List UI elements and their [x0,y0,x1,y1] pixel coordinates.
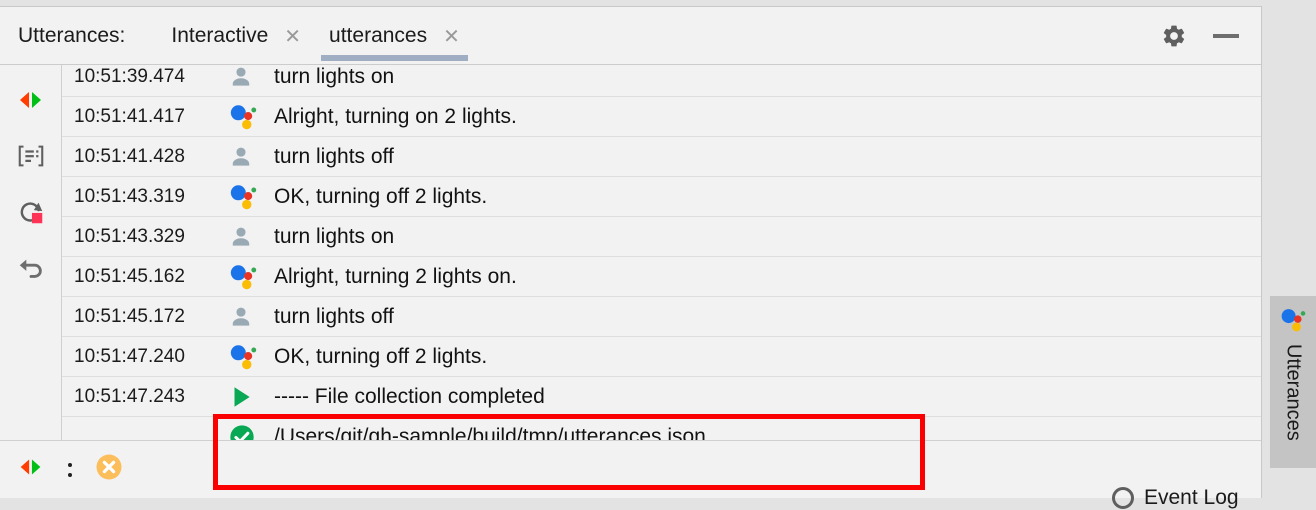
row-timestamp: 10:51:45.162 [74,265,185,287]
row-message: OK, turning off 2 lights. [274,184,488,208]
table-row[interactable]: 10:51:45.172 turn lights off [62,297,1261,337]
user-avatar-icon [224,304,274,330]
gear-icon[interactable] [1161,23,1187,49]
table-row[interactable]: 10:51:45.162 Alright, turning 2 lights o… [62,257,1261,297]
row-timestamp: 10:51:47.243 [74,385,185,407]
table-row[interactable]: /Users/git/gh-sample/build/tmp/utterance… [62,417,1261,440]
google-assistant-icon [1279,306,1307,334]
tab-interactive-label: Interactive [171,23,269,47]
log-row-list: 10:51:39.474 turn lights on 10:51:41.417 [62,65,1261,440]
green-play-icon [224,384,274,410]
row-timestamp: 10:51:41.428 [74,145,185,167]
undo-arrow-icon[interactable] [14,251,48,285]
row-message: turn lights on [274,65,395,88]
compare-arrows-icon[interactable] [14,83,48,117]
green-check-icon [224,423,274,440]
row-timestamp: 10:51:39.474 [74,65,185,87]
sidebar-item-label: Utterances [1282,344,1305,441]
tab-utterances-label: utterances [329,23,428,47]
table-row[interactable]: 10:51:43.329 turn lights on [62,217,1261,257]
tab-interactive[interactable]: Interactive ✕ [157,7,315,64]
utterances-tool-window: Utterances: Interactive ✕ utterances ✕ 1… [0,6,1262,498]
google-assistant-icon [224,182,274,212]
user-avatar-icon [224,224,274,250]
row-message: OK, turning off 2 lights. [274,344,488,368]
table-row[interactable]: 10:51:47.240 OK, turning off 2 lights. [62,337,1261,377]
console-side-toolbar [0,65,62,498]
tool-window-title: Utterances: [18,23,126,47]
print-list-icon[interactable] [14,139,48,173]
row-file-path[interactable]: /Users/git/gh-sample/build/tmp/utterance… [274,425,706,441]
close-icon[interactable]: ✕ [443,26,460,46]
google-assistant-icon [224,342,274,372]
event-log-label: Event Log [1144,486,1239,509]
row-timestamp: 10:51:47.240 [74,345,185,367]
right-tool-stripe: Utterances [1262,0,1316,504]
vertical-dots-icon [68,462,72,477]
compare-arrows-icon[interactable] [16,452,46,487]
row-message: Alright, turning on 2 lights. [274,104,517,128]
google-assistant-icon [224,102,274,132]
table-row[interactable]: 10:51:41.428 turn lights off [62,137,1261,177]
console-status-bar [0,440,1261,498]
tab-bar: Utterances: Interactive ✕ utterances ✕ [0,7,1261,65]
tab-utterances[interactable]: utterances ✕ [315,7,474,64]
row-message: turn lights on [274,224,395,248]
close-icon[interactable]: ✕ [284,26,301,46]
table-row[interactable]: 10:51:41.417 Alright, turning on 2 light… [62,97,1261,137]
minimize-icon[interactable] [1213,33,1239,38]
tool-window-body: 10:51:39.474 turn lights on 10:51:41.417 [0,65,1261,498]
google-assistant-icon [224,262,274,292]
row-message: turn lights off [274,304,394,328]
console-log[interactable]: 10:51:39.474 turn lights on 10:51:41.417 [62,65,1261,440]
sidebar-item-utterances[interactable]: Utterances [1270,296,1316,468]
row-timestamp: 10:51:41.417 [74,105,185,127]
circle-icon [1112,487,1134,509]
event-log-button[interactable]: Event Log [1112,486,1239,510]
row-message: Alright, turning 2 lights on. [274,264,517,288]
user-avatar-icon [224,65,274,90]
row-timestamp: 10:51:43.319 [74,185,185,207]
rerun-stop-icon[interactable] [14,195,48,229]
application-root: Utterances: Interactive ✕ utterances ✕ 1… [0,0,1316,509]
row-message: turn lights off [274,144,394,168]
table-row[interactable]: 10:51:39.474 turn lights on [62,65,1261,97]
table-row[interactable]: 10:51:47.243 ----- File collection compl… [62,377,1261,417]
table-row[interactable]: 10:51:43.319 OK, turning off 2 lights. [62,177,1261,217]
row-message: ----- File collection completed [274,384,545,408]
user-avatar-icon [224,144,274,170]
row-timestamp: 10:51:43.329 [74,225,185,247]
orange-x-icon[interactable] [94,452,124,487]
row-timestamp: 10:51:45.172 [74,305,185,327]
